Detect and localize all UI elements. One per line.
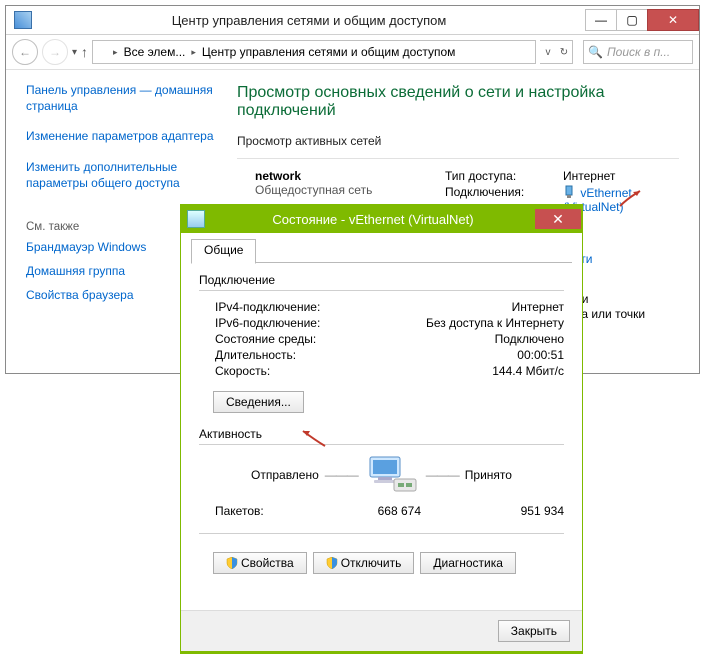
maximize-button[interactable]: ▢ <box>616 9 648 31</box>
access-type-label: Тип доступа: <box>445 169 563 183</box>
duration-label: Длительность: <box>215 348 517 362</box>
status-dialog: Состояние - vEthernet (VirtualNet) ✕ Общ… <box>180 204 583 654</box>
dialog-title: Состояние - vEthernet (VirtualNet) <box>211 212 535 227</box>
link-internet-options[interactable]: Свойства браузера <box>26 288 134 302</box>
close-button[interactable]: ✕ <box>647 9 699 31</box>
search-placeholder: Поиск в п... <box>607 45 670 59</box>
ipv6-label: IPv6-подключение: <box>215 316 426 330</box>
dialog-icon <box>187 210 205 228</box>
packets-label: Пакетов: <box>215 504 311 518</box>
activity-section-label: Активность <box>199 427 564 441</box>
breadcrumb-bar[interactable]: ▸ Все элем... ▸ Центр управления сетями … <box>92 40 536 64</box>
activity-row: Отправлено ——— ——— <box>199 453 564 497</box>
shield-icon <box>326 557 338 569</box>
divider <box>237 158 679 159</box>
packets-recv-value: 951 934 <box>474 504 564 518</box>
divider <box>199 290 564 291</box>
speed-label: Скорость: <box>215 364 492 378</box>
details-button[interactable]: Сведения... <box>213 391 304 413</box>
breadcrumb-icon <box>97 45 111 59</box>
window-controls: — ▢ ✕ <box>586 9 699 31</box>
divider <box>199 444 564 445</box>
disconnect-button[interactable]: Отключить <box>313 552 415 574</box>
tabstrip: Общие <box>191 239 572 263</box>
dash-icon: ——— <box>325 468 358 482</box>
app-icon <box>14 11 32 29</box>
minimize-button[interactable]: — <box>585 9 617 31</box>
received-label: Принято <box>465 468 512 482</box>
search-icon: 🔍 <box>588 45 603 59</box>
link-advanced-sharing[interactable]: Изменить дополнительные параметры общего… <box>26 160 180 190</box>
dialog-close-button[interactable]: ✕ <box>535 209 581 229</box>
breadcrumb-tools: v ↻ <box>540 40 573 64</box>
forward-button[interactable]: → <box>42 39 68 65</box>
up-button[interactable]: ↑ <box>81 44 88 60</box>
ipv4-label: IPv4-подключение: <box>215 300 512 314</box>
nav-toolbar: ← → ▾ ↑ ▸ Все элем... ▸ Центр управления… <box>6 35 699 70</box>
link-adapter-settings[interactable]: Изменение параметров адаптера <box>26 129 214 143</box>
dash-icon: ——— <box>426 468 459 482</box>
link-homegroup[interactable]: Домашняя группа <box>26 264 125 278</box>
breadcrumb-seg-current[interactable]: Центр управления сетями и общим доступом <box>198 45 460 59</box>
media-state-value: Подключено <box>495 332 564 346</box>
chevron-right-icon: ▸ <box>111 47 120 58</box>
titlebar: Центр управления сетями и общим доступом… <box>6 6 699 35</box>
shield-icon <box>226 557 238 569</box>
network-type: Общедоступная сеть <box>255 183 445 197</box>
speed-value: 144.4 Мбит/с <box>492 364 564 378</box>
dialog-bottom-bar: Закрыть <box>181 610 582 651</box>
chevron-right-icon: ▸ <box>189 47 198 58</box>
link-firewall[interactable]: Брандмауэр Windows <box>26 240 146 254</box>
recent-dropdown-icon[interactable]: ▾ <box>72 47 77 58</box>
window-title: Центр управления сетями и общим доступом <box>32 13 586 28</box>
active-networks-heading: Просмотр активных сетей <box>237 134 679 148</box>
network-name: network <box>255 169 301 183</box>
packets-sent-value: 668 674 <box>311 504 421 518</box>
back-button[interactable]: ← <box>12 39 38 65</box>
close-button[interactable]: Закрыть <box>498 620 570 642</box>
link-cp-home[interactable]: Панель управления — домашняя страница <box>26 83 213 113</box>
connection-section-label: Подключение <box>199 273 564 287</box>
dialog-titlebar: Состояние - vEthernet (VirtualNet) ✕ <box>181 205 582 233</box>
access-type-value: Интернет <box>563 169 615 183</box>
refresh-icon[interactable]: ↻ <box>556 41 572 63</box>
properties-button[interactable]: Свойства <box>213 552 307 574</box>
duration-value: 00:00:51 <box>517 348 564 362</box>
ipv4-value: Интернет <box>512 300 564 314</box>
diagnose-button[interactable]: Диагностика <box>420 552 516 574</box>
page-title: Просмотр основных сведений о сети и наст… <box>237 84 679 120</box>
search-input[interactable]: 🔍 Поиск в п... <box>583 40 693 64</box>
sent-label: Отправлено <box>251 468 319 482</box>
breadcrumb-seg-root[interactable]: Все элем... <box>120 45 190 59</box>
ethernet-icon <box>563 185 575 199</box>
computers-icon <box>364 453 420 497</box>
divider <box>199 533 564 534</box>
tab-general[interactable]: Общие <box>191 239 256 264</box>
media-state-label: Состояние среды: <box>215 332 495 346</box>
breadcrumb-dropdown-icon[interactable]: v <box>540 41 556 63</box>
ipv6-value: Без доступа к Интернету <box>426 316 564 330</box>
